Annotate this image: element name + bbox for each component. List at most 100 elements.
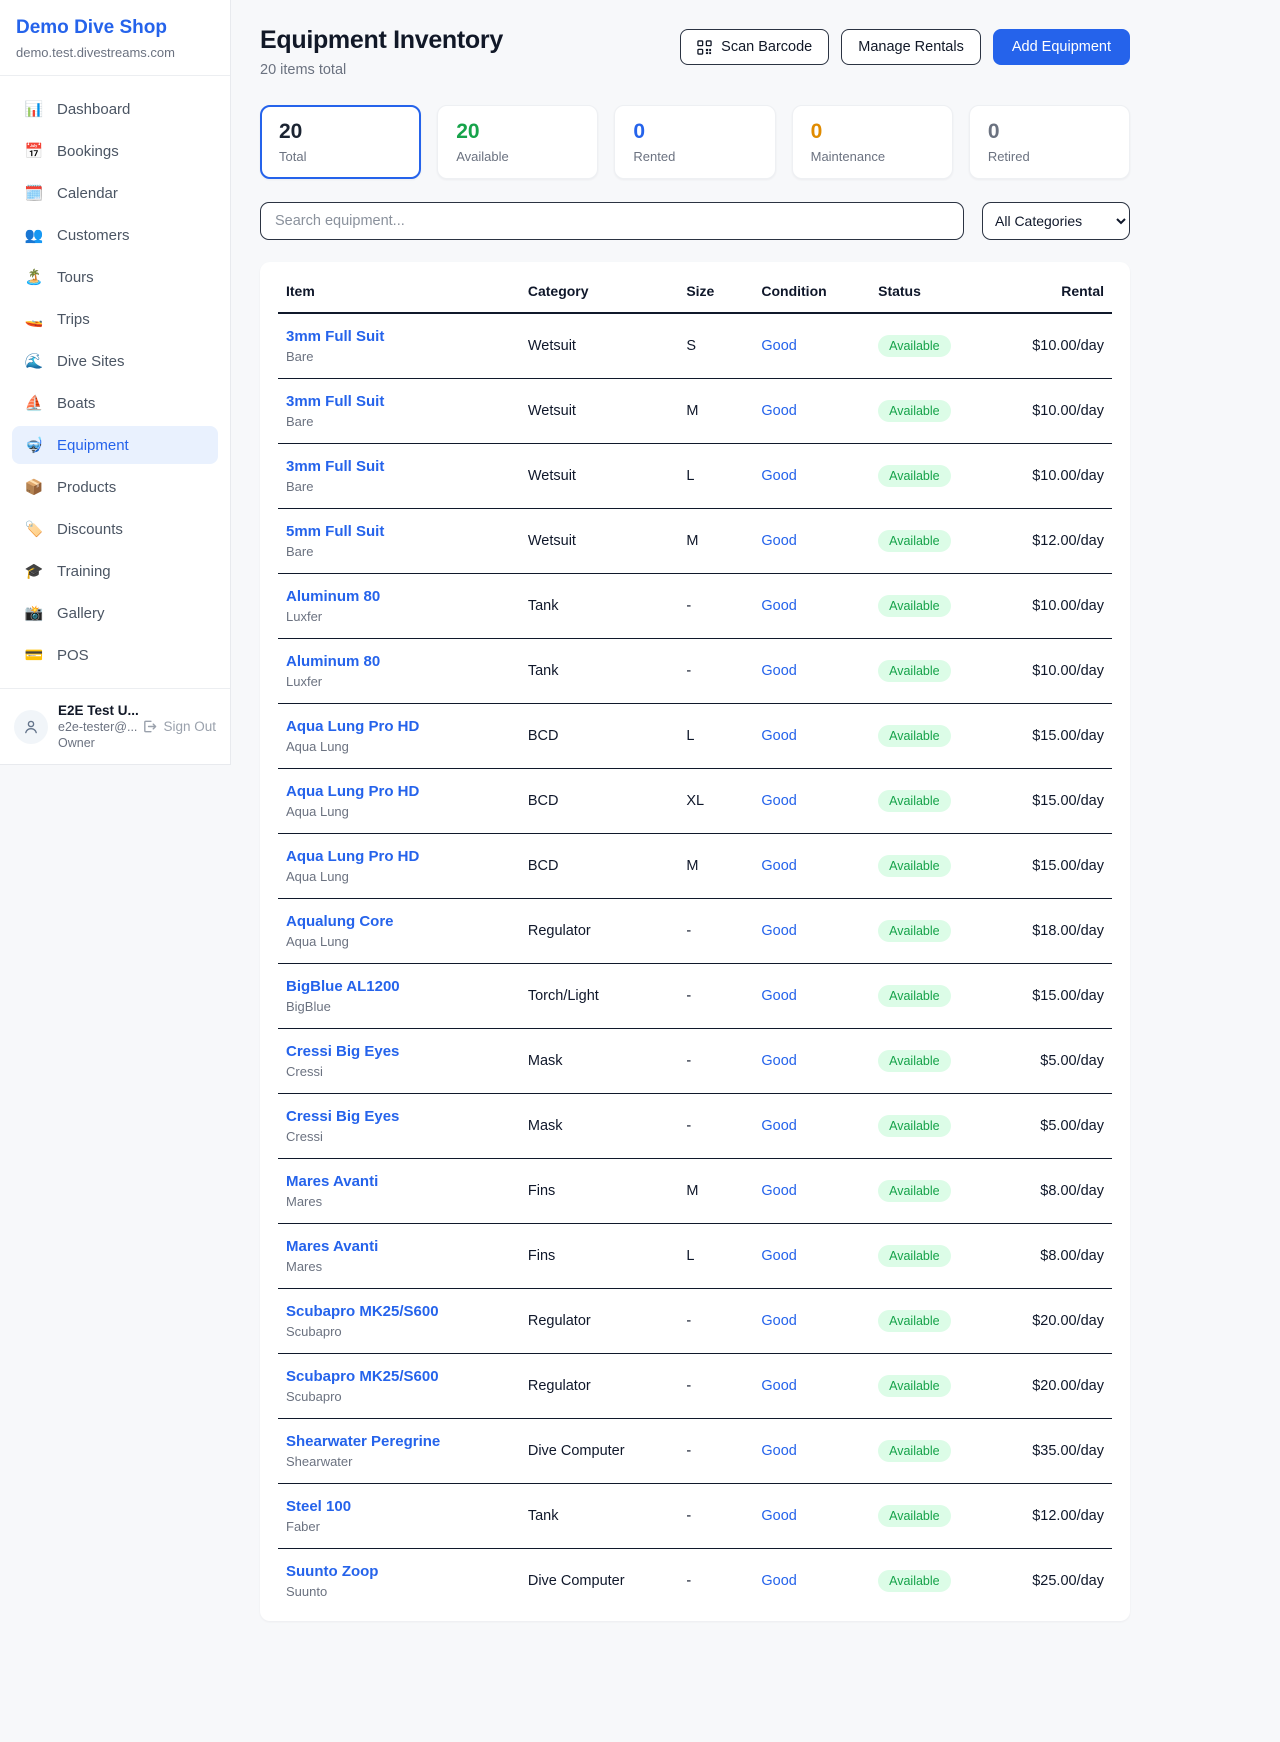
sidebar-item-dive-sites[interactable]: 🌊Dive Sites	[12, 342, 218, 380]
stat-card-retired[interactable]: 0Retired	[969, 105, 1130, 179]
equipment-table: ItemCategorySizeConditionStatusRental 3m…	[278, 266, 1112, 1613]
item-rental-price: $15.00/day	[995, 834, 1112, 899]
table-row: Shearwater PeregrineShearwaterDive Compu…	[278, 1419, 1112, 1484]
sign-out-label: Sign Out	[163, 719, 216, 734]
item-name-link[interactable]: Shearwater Peregrine	[286, 1433, 512, 1450]
sidebar-item-calendar[interactable]: 🗓️Calendar	[12, 174, 218, 212]
item-condition-link[interactable]: Good	[761, 1443, 796, 1459]
item-name-link[interactable]: Aqua Lung Pro HD	[286, 718, 512, 735]
item-category: Regulator	[520, 899, 678, 964]
item-name-link[interactable]: 3mm Full Suit	[286, 458, 512, 475]
item-name-link[interactable]: 3mm Full Suit	[286, 393, 512, 410]
item-name-link[interactable]: Scubapro MK25/S600	[286, 1303, 512, 1320]
item-rental-price: $18.00/day	[995, 899, 1112, 964]
brand-title[interactable]: Demo Dive Shop	[16, 17, 214, 39]
sidebar-item-customers[interactable]: 👥Customers	[12, 216, 218, 254]
sidebar-item-gallery[interactable]: 📸Gallery	[12, 594, 218, 632]
stat-card-rented[interactable]: 0Rented	[614, 105, 775, 179]
sidebar-item-training[interactable]: 🎓Training	[12, 552, 218, 590]
item-category: Fins	[520, 1159, 678, 1224]
item-rental-price: $10.00/day	[995, 639, 1112, 704]
table-row: Aqua Lung Pro HDAqua LungBCDLGoodAvailab…	[278, 704, 1112, 769]
item-name-link[interactable]: Cressi Big Eyes	[286, 1043, 512, 1060]
item-condition-link[interactable]: Good	[761, 1378, 796, 1394]
item-category: Mask	[520, 1029, 678, 1094]
item-name-link[interactable]: Suunto Zoop	[286, 1563, 512, 1580]
people-icon: 👥	[24, 226, 44, 244]
sidebar-item-trips[interactable]: 🚤Trips	[12, 300, 218, 338]
item-name-link[interactable]: Mares Avanti	[286, 1238, 512, 1255]
item-name-link[interactable]: BigBlue AL1200	[286, 978, 512, 995]
item-rental-price: $12.00/day	[995, 1484, 1112, 1549]
item-condition-link[interactable]: Good	[761, 1053, 796, 1069]
item-condition-link[interactable]: Good	[761, 1183, 796, 1199]
item-condition-link[interactable]: Good	[761, 1508, 796, 1524]
manage-rentals-button[interactable]: Manage Rentals	[841, 29, 981, 65]
item-category: Dive Computer	[520, 1419, 678, 1484]
item-size: -	[678, 1094, 753, 1159]
column-header-status: Status	[870, 266, 995, 313]
item-condition-link[interactable]: Good	[761, 468, 796, 484]
item-condition-link[interactable]: Good	[761, 403, 796, 419]
sidebar-item-boats[interactable]: ⛵Boats	[12, 384, 218, 422]
sidebar-item-pos[interactable]: 💳POS	[12, 636, 218, 674]
add-equipment-button[interactable]: Add Equipment	[993, 29, 1130, 65]
item-category: Fins	[520, 1224, 678, 1289]
sidebar-item-equipment[interactable]: 🤿Equipment	[12, 426, 218, 464]
scan-barcode-button[interactable]: Scan Barcode	[680, 29, 829, 65]
item-size: -	[678, 964, 753, 1029]
sidebar-item-label: Tours	[57, 269, 94, 286]
item-name-link[interactable]: Scubapro MK25/S600	[286, 1368, 512, 1385]
item-rental-price: $25.00/day	[995, 1549, 1112, 1614]
item-size: -	[678, 574, 753, 639]
scan-barcode-label: Scan Barcode	[721, 39, 812, 55]
item-condition-link[interactable]: Good	[761, 533, 796, 549]
table-row: 3mm Full SuitBareWetsuitLGoodAvailable$1…	[278, 444, 1112, 509]
category-select[interactable]: All Categories	[982, 202, 1130, 240]
item-name-link[interactable]: Mares Avanti	[286, 1173, 512, 1190]
item-name-link[interactable]: Aluminum 80	[286, 653, 512, 670]
item-condition-link[interactable]: Good	[761, 988, 796, 1004]
sidebar-item-bookings[interactable]: 📅Bookings	[12, 132, 218, 170]
sidebar-item-tours[interactable]: 🏝️Tours	[12, 258, 218, 296]
item-category: BCD	[520, 769, 678, 834]
page-title: Equipment Inventory	[260, 26, 503, 55]
item-condition-link[interactable]: Good	[761, 1248, 796, 1264]
item-condition-link[interactable]: Good	[761, 1313, 796, 1329]
sidebar-item-discounts[interactable]: 🏷️Discounts	[12, 510, 218, 548]
search-input[interactable]	[260, 202, 964, 240]
stat-card-maintenance[interactable]: 0Maintenance	[792, 105, 953, 179]
item-condition-link[interactable]: Good	[761, 598, 796, 614]
stat-value: 0	[988, 120, 1111, 144]
item-size: M	[678, 1159, 753, 1224]
item-condition-link[interactable]: Good	[761, 1573, 796, 1589]
item-condition-link[interactable]: Good	[761, 338, 796, 354]
stat-card-available[interactable]: 20Available	[437, 105, 598, 179]
sign-out-button[interactable]: Sign Out	[142, 719, 216, 734]
table-row: Mares AvantiMaresFinsMGoodAvailable$8.00…	[278, 1159, 1112, 1224]
item-name-link[interactable]: Aqua Lung Pro HD	[286, 783, 512, 800]
equipment-table-card: ItemCategorySizeConditionStatusRental 3m…	[260, 262, 1130, 1621]
diving-mask-icon: 🤿	[24, 436, 44, 454]
item-condition-link[interactable]: Good	[761, 663, 796, 679]
item-condition-link[interactable]: Good	[761, 923, 796, 939]
sidebar-item-dashboard[interactable]: 📊Dashboard	[12, 90, 218, 128]
item-name-link[interactable]: Aqua Lung Pro HD	[286, 848, 512, 865]
item-name-link[interactable]: Cressi Big Eyes	[286, 1108, 512, 1125]
item-name-link[interactable]: 3mm Full Suit	[286, 328, 512, 345]
item-condition-link[interactable]: Good	[761, 793, 796, 809]
item-name-link[interactable]: Steel 100	[286, 1498, 512, 1515]
item-name-link[interactable]: Aluminum 80	[286, 588, 512, 605]
item-name-link[interactable]: Aqualung Core	[286, 913, 512, 930]
item-brand: Bare	[286, 414, 512, 429]
item-condition-link[interactable]: Good	[761, 728, 796, 744]
wave-icon: 🌊	[24, 352, 44, 370]
item-brand: Bare	[286, 479, 512, 494]
sidebar-item-products[interactable]: 📦Products	[12, 468, 218, 506]
item-brand: Luxfer	[286, 674, 512, 689]
item-condition-link[interactable]: Good	[761, 858, 796, 874]
stat-card-total[interactable]: 20Total	[260, 105, 421, 179]
item-condition-link[interactable]: Good	[761, 1118, 796, 1134]
item-size: L	[678, 444, 753, 509]
item-name-link[interactable]: 5mm Full Suit	[286, 523, 512, 540]
